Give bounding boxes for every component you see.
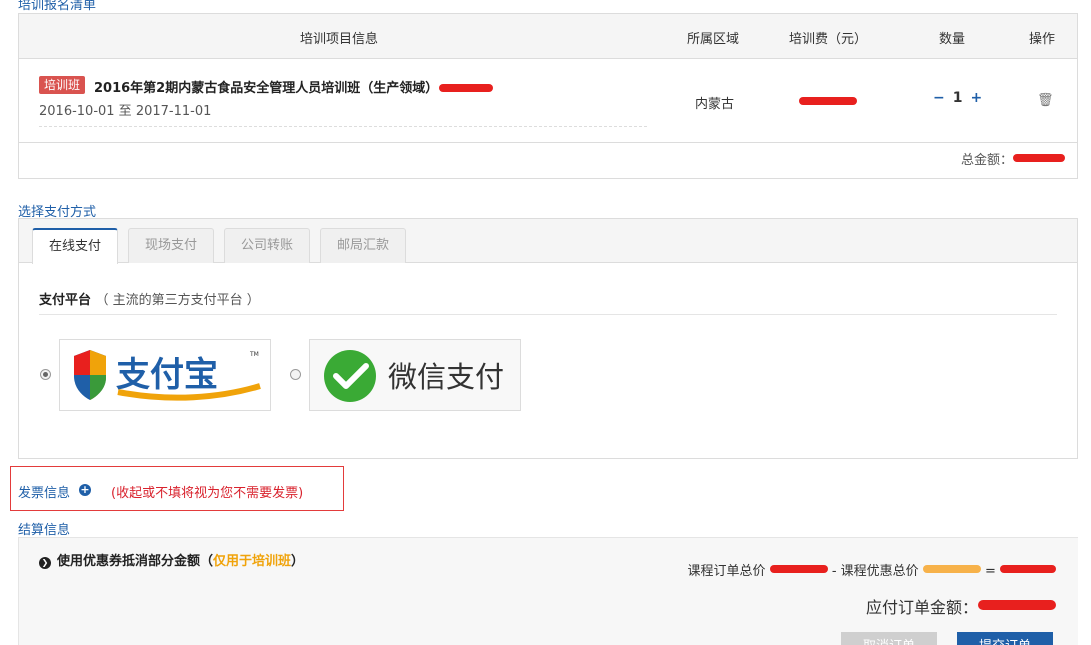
payment-tabs: 在线支付 现场支付 公司转账 邮局汇款 — [19, 219, 1077, 264]
redacted-course-total — [769, 565, 828, 573]
order-table-header: 培训项目信息 所属区域 培训费（元） 数量 操作 — [19, 14, 1077, 59]
divider — [39, 314, 1057, 315]
header-project-info: 培训项目信息 — [300, 32, 379, 47]
tab-online-payment[interactable]: 在线支付 — [32, 228, 118, 264]
order-total: 总金额： — [961, 149, 1065, 168]
tab-postal-remittance[interactable]: 邮局汇款 — [320, 228, 406, 263]
redacted-due-amount — [978, 600, 1056, 610]
plus-circle-icon[interactable]: + — [79, 484, 91, 496]
coupon-label-end: ） — [291, 554, 305, 569]
wechat-pay-option[interactable]: 微信支付 — [309, 339, 521, 411]
header-fee: 培训费（元） — [789, 32, 868, 47]
price-breakdown: 课程订单总价 - 课程优惠总价 = — [688, 560, 1056, 579]
registration-section-title: 培训报名清单 — [18, 0, 97, 13]
discount-label: - 课程优惠总价 — [831, 564, 919, 579]
course-dates: 2016-10-01 至 2017-11-01 — [39, 104, 212, 119]
alipay-logo-icon: 支付宝 TM — [74, 350, 261, 401]
invoice-note: (收起或不填将视为您不需要发票) — [111, 486, 304, 501]
row-divider — [39, 126, 647, 127]
submit-order-button[interactable]: 提交订单 — [957, 632, 1053, 645]
tab-onsite-payment[interactable]: 现场支付 — [128, 228, 214, 263]
tab-company-transfer[interactable]: 公司转账 — [224, 228, 310, 263]
course-region: 内蒙古 — [695, 97, 735, 112]
quantity-minus-button[interactable]: − — [929, 90, 949, 106]
quantity-stepper: −1 + — [929, 90, 986, 106]
trash-icon[interactable]: 🗑 — [1037, 93, 1054, 108]
settlement-panel: ❯ 使用优惠券抵消部分金额（仅用于培训班） 课程订单总价 - 课程优惠总价 = 应… — [18, 537, 1078, 645]
quantity-value: 1 — [952, 90, 963, 106]
order-table: 培训项目信息 所属区域 培训费（元） 数量 操作 培训班 2016年第2期内蒙古… — [18, 13, 1078, 179]
platform-title-text: 支付平台 — [39, 293, 92, 308]
header-region: 所属区域 — [687, 32, 740, 47]
coupon-toggle[interactable]: ❯ 使用优惠券抵消部分金额（仅用于培训班） — [39, 550, 304, 569]
redacted-total — [1013, 154, 1065, 162]
due-label: 应付订单金额： — [865, 598, 978, 617]
coupon-label: 使用优惠券抵消部分金额（ — [57, 554, 214, 569]
wechat-pay-logo-icon: 微信支付 — [324, 350, 504, 402]
wechat-pay-radio[interactable] — [290, 369, 301, 380]
redacted-value — [439, 84, 493, 92]
amount-due: 应付订单金额： — [866, 594, 1056, 618]
total-label: 总金额： — [960, 153, 1013, 168]
course-total-label: 课程订单总价 — [687, 564, 766, 579]
equals-sign: = — [984, 564, 996, 579]
course-type-badge: 培训班 — [39, 76, 86, 94]
alipay-radio[interactable] — [40, 369, 51, 380]
quantity-plus-button[interactable]: + — [966, 90, 986, 106]
redacted-discount — [922, 565, 981, 573]
invoice-toggle[interactable]: 发票信息 — [18, 482, 70, 501]
platform-note: （ 主流的第三方支付平台 ） — [95, 293, 260, 308]
wechat-pay-label: 微信支付 — [388, 360, 504, 394]
header-actions: 操作 — [1029, 32, 1056, 47]
settlement-section-title: 结算信息 — [18, 523, 71, 538]
invoice-section: 发票信息 + (收起或不填将视为您不需要发票) — [10, 466, 344, 511]
redacted-subtotal — [1000, 565, 1056, 573]
alipay-option[interactable]: 支付宝 TM — [59, 339, 271, 411]
redacted-fee — [799, 97, 857, 105]
table-row: 培训班 2016年第2期内蒙古食品安全管理人员培训班（生产领域） 2016-10… — [19, 59, 1077, 143]
platform-title: 支付平台 （ 主流的第三方支付平台 ） — [39, 289, 260, 308]
payment-panel: 在线支付 现场支付 公司转账 邮局汇款 支付平台 （ 主流的第三方支付平台 ） … — [18, 218, 1078, 459]
alipay-tm: TM — [249, 351, 259, 358]
chevron-down-icon: ❯ — [39, 557, 51, 569]
alipay-label: 支付宝 — [116, 355, 218, 395]
course-name[interactable]: 2016年第2期内蒙古食品安全管理人员培训班（生产领域） — [94, 77, 438, 96]
header-quantity: 数量 — [939, 32, 966, 47]
coupon-highlight: 仅用于培训班 — [213, 554, 292, 569]
cancel-order-button[interactable]: 取消订单 — [841, 632, 937, 645]
